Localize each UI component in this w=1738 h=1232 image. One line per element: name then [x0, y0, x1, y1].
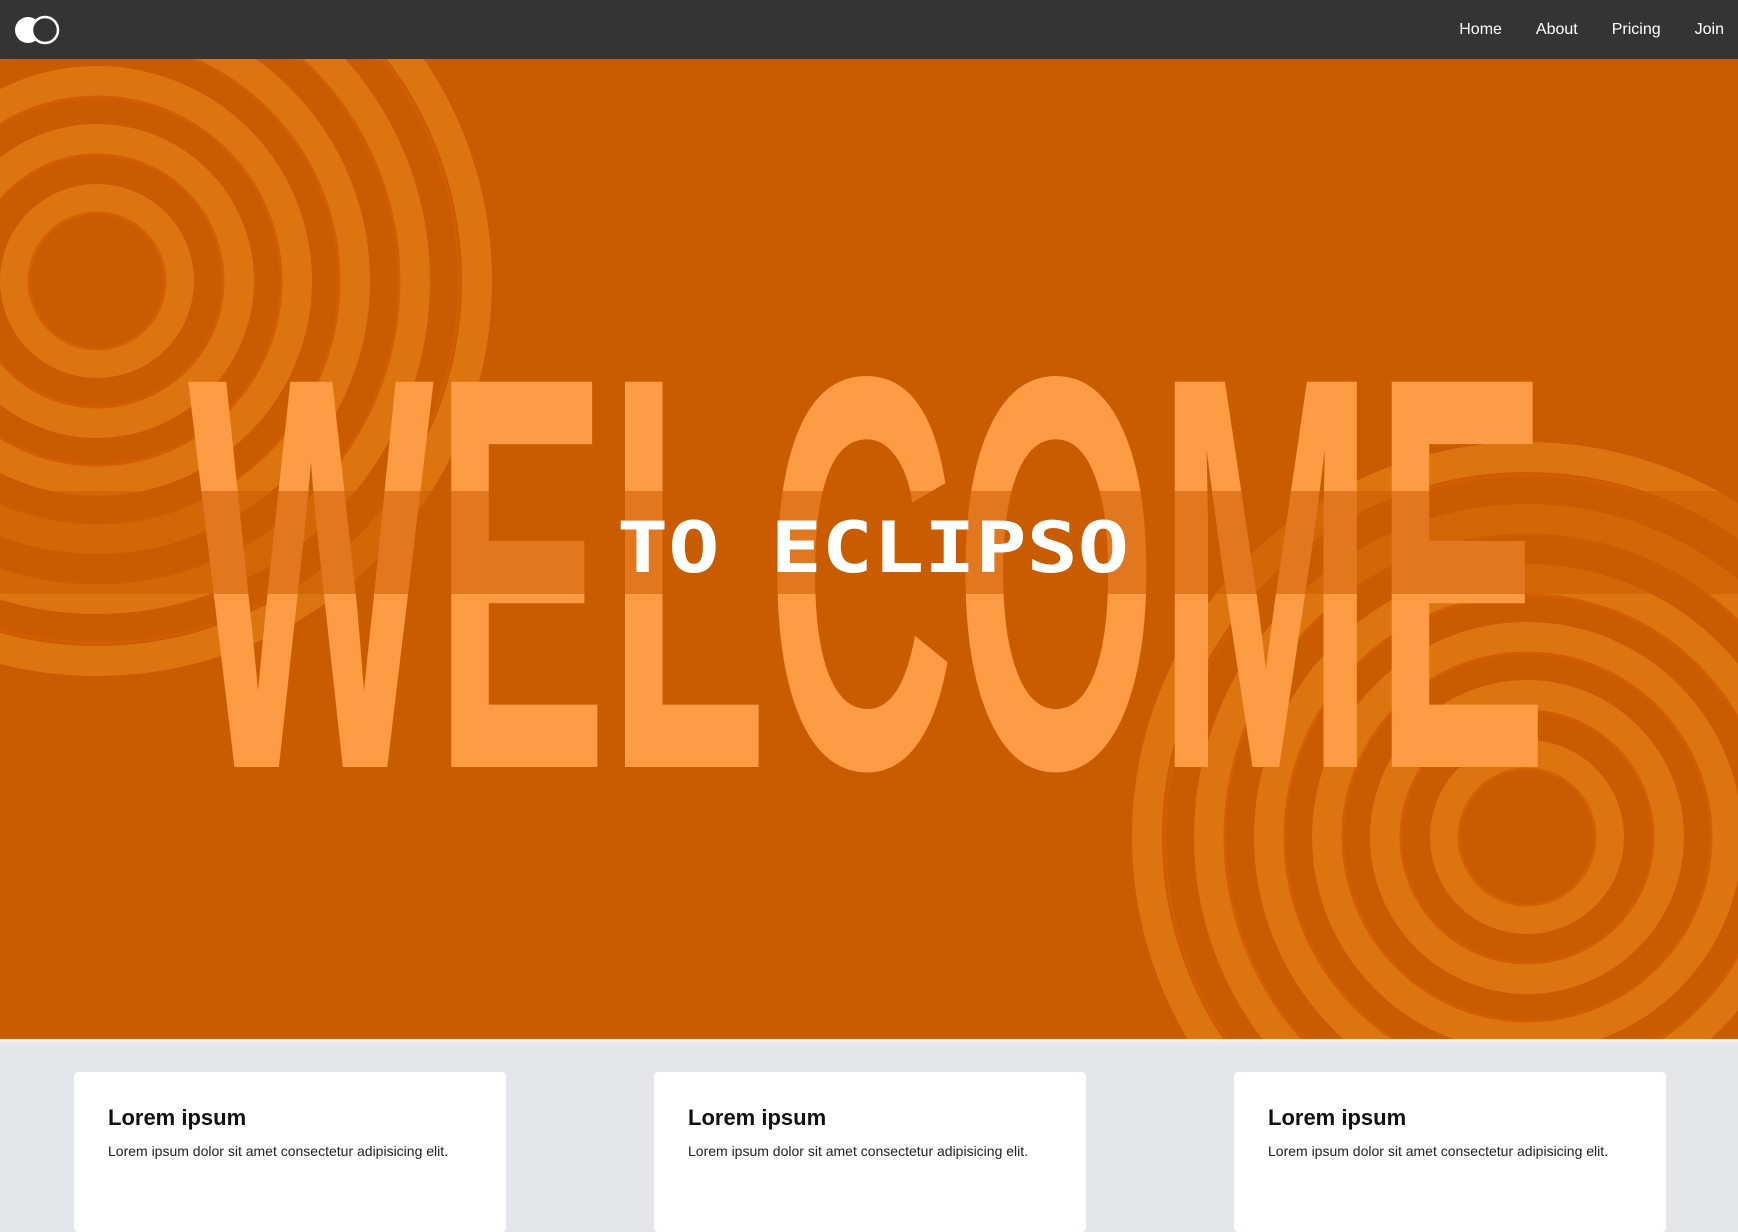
card-title: Lorem ipsum [108, 1105, 247, 1130]
eclipse-logo-icon[interactable] [14, 14, 62, 46]
nav-links: Home About Pricing Join [1425, 0, 1724, 59]
nav-link-pricing[interactable]: Pricing [1612, 21, 1661, 39]
card-text: Lorem ipsum dolor sit amet consectetur a… [108, 1143, 449, 1159]
card-text: Lorem ipsum dolor sit amet consectetur a… [688, 1143, 1029, 1159]
hero-tagline: TO ECLIPSO [617, 507, 1129, 589]
card-title: Lorem ipsum [1268, 1105, 1407, 1130]
feature-card: Lorem ipsum Lorem ipsum dolor sit amet c… [1234, 1072, 1666, 1232]
nav-link-join[interactable]: Join [1695, 21, 1724, 39]
hero-illustration: WELCOME TO ECLIPSO [0, 59, 1738, 1039]
feature-cards-section: Lorem ipsum Lorem ipsum dolor sit amet c… [0, 1042, 1738, 1232]
top-navbar: Home About Pricing Join [0, 0, 1738, 59]
nav-link-about[interactable]: About [1536, 21, 1578, 39]
feature-card: Lorem ipsum Lorem ipsum dolor sit amet c… [654, 1072, 1086, 1232]
card-title: Lorem ipsum [688, 1105, 827, 1130]
hero-banner: WELCOME TO ECLIPSO [0, 59, 1738, 1039]
card-text: Lorem ipsum dolor sit amet consectetur a… [1268, 1143, 1609, 1159]
feature-card: Lorem ipsum Lorem ipsum dolor sit amet c… [74, 1072, 506, 1232]
nav-link-home[interactable]: Home [1459, 21, 1502, 39]
